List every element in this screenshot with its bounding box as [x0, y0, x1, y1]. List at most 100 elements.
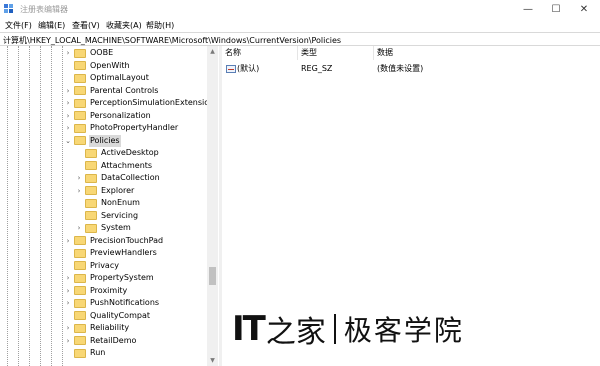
menu-file[interactable]: 文件(F) [5, 20, 32, 31]
expand-arrow-icon[interactable]: › [64, 335, 72, 347]
tree-node[interactable]: ⌄ Policies [64, 134, 121, 147]
tree-node[interactable]: NonEnum [75, 197, 141, 209]
tree-node-label[interactable]: Reliability [89, 322, 130, 334]
tree-node-label[interactable]: System [100, 222, 132, 234]
tree-node[interactable]: › PrecisionTouchPad [64, 235, 164, 247]
tree-node[interactable]: OpenWith [64, 60, 131, 72]
no-expander [75, 197, 83, 209]
expand-arrow-icon[interactable]: › [64, 97, 72, 109]
minimize-button[interactable]: — [514, 0, 542, 18]
folder-icon [74, 311, 86, 320]
menu-help[interactable]: 帮助(H) [146, 20, 174, 31]
expand-arrow-icon[interactable]: › [64, 322, 72, 334]
address-path[interactable]: 计算机\HKEY_LOCAL_MACHINE\SOFTWARE\Microsof… [3, 35, 341, 46]
column-name[interactable]: 名称 [222, 46, 298, 60]
tree-node-label[interactable]: Attachments [100, 160, 153, 172]
tree-node-label[interactable]: Parental Controls [89, 85, 159, 97]
maximize-button[interactable]: ☐ [542, 0, 570, 18]
expand-arrow-icon[interactable]: › [64, 297, 72, 309]
tree-node[interactable]: › RetailDemo [64, 335, 137, 347]
tree-node[interactable]: OptimalLayout [64, 72, 150, 84]
tree-node[interactable]: Run [64, 347, 106, 359]
tree-node-label[interactable]: PhotoPropertyHandler [89, 122, 179, 134]
close-button[interactable]: ✕ [570, 0, 598, 18]
collapse-arrow-icon[interactable]: ⌄ [64, 135, 72, 147]
folder-icon [85, 161, 97, 170]
tree-node-label[interactable]: PrecisionTouchPad [89, 235, 164, 247]
tree-node-label[interactable]: Policies [89, 134, 121, 147]
menu-favorites[interactable]: 收藏夹(A) [106, 20, 142, 31]
tree-node[interactable]: › Explorer [75, 185, 135, 197]
tree-guide-line [40, 46, 41, 366]
watermark-text: 极客学院 [343, 314, 464, 347]
expand-arrow-icon[interactable]: › [64, 285, 72, 297]
key-tree-pane[interactable]: › OOBE OpenWith OptimalLayout › Parental Cont… [0, 46, 219, 366]
tree-node-label[interactable]: OOBE [89, 47, 114, 59]
value-row[interactable]: (默认) REG_SZ (数值未设置) [222, 63, 600, 75]
folder-icon [74, 336, 86, 345]
scroll-thumb[interactable] [209, 267, 216, 285]
tree-node-label[interactable]: RetailDemo [89, 335, 137, 347]
address-bar[interactable]: 计算机\HKEY_LOCAL_MACHINE\SOFTWARE\Microsof… [0, 32, 600, 46]
tree-node[interactable]: › Reliability [64, 322, 130, 334]
tree-node[interactable]: › PushNotifications [64, 297, 160, 309]
tree-node[interactable]: › Personalization [64, 110, 152, 122]
tree-node[interactable]: › System [75, 222, 132, 234]
tree-node-label[interactable]: PropertySystem [89, 272, 155, 284]
tree-node[interactable]: PreviewHandlers [64, 247, 158, 259]
no-expander [64, 60, 72, 72]
tree-node[interactable]: › Parental Controls [64, 85, 159, 97]
tree-node-label[interactable]: OptimalLayout [89, 72, 150, 84]
column-type[interactable]: 类型 [298, 46, 374, 60]
string-value-icon [226, 65, 236, 73]
tree-node-label[interactable]: OpenWith [89, 60, 131, 72]
expand-arrow-icon[interactable]: › [64, 85, 72, 97]
expand-arrow-icon[interactable]: › [64, 110, 72, 122]
tree-node[interactable]: ActiveDesktop [75, 147, 160, 159]
no-expander [64, 347, 72, 359]
expand-arrow-icon[interactable]: › [64, 272, 72, 284]
folder-icon [74, 86, 86, 95]
tree-node-label[interactable]: Run [89, 347, 106, 359]
tree-node[interactable]: › PropertySystem [64, 272, 155, 284]
tree-node[interactable]: › DataCollection [75, 172, 161, 184]
expand-arrow-icon[interactable]: › [64, 47, 72, 59]
expand-arrow-icon[interactable]: › [64, 235, 72, 247]
tree-node-label[interactable]: Proximity [89, 285, 128, 297]
tree-node-label[interactable]: PerceptionSimulationExtensions [89, 97, 219, 109]
tree-node[interactable]: Attachments [75, 160, 153, 172]
expand-arrow-icon[interactable]: › [75, 172, 83, 184]
tree-node[interactable]: QualityCompat [64, 310, 151, 322]
tree-node-label[interactable]: NonEnum [100, 197, 141, 209]
tree-node-label[interactable]: Servicing [100, 210, 139, 222]
tree-node-label[interactable]: Personalization [89, 110, 152, 122]
tree-node-label[interactable]: PreviewHandlers [89, 247, 158, 259]
tree-node[interactable]: Servicing [75, 210, 139, 222]
column-data[interactable]: 数据 [374, 46, 600, 60]
scroll-down-icon[interactable]: ▼ [207, 355, 218, 366]
tree-node-label[interactable]: Privacy [89, 260, 120, 272]
tree-node-label[interactable]: Explorer [100, 185, 135, 197]
tree-node-label[interactable]: PushNotifications [89, 297, 160, 309]
menu-view[interactable]: 查看(V) [72, 20, 100, 31]
tree-node[interactable]: › PhotoPropertyHandler [64, 122, 179, 134]
tree-scrollbar[interactable]: ▲ ▼ [207, 46, 218, 366]
expand-arrow-icon[interactable]: › [75, 222, 83, 234]
tree-node[interactable]: › Proximity [64, 285, 128, 297]
tree-node[interactable]: › OOBE [64, 47, 114, 59]
tree-node[interactable]: Privacy [64, 260, 120, 272]
no-expander [64, 260, 72, 272]
scroll-up-icon[interactable]: ▲ [207, 46, 218, 57]
folder-icon [74, 61, 86, 70]
value-data: (数值未设置) [377, 64, 424, 73]
menu-edit[interactable]: 编辑(E) [38, 20, 65, 31]
tree-node-label[interactable]: DataCollection [100, 172, 161, 184]
tree-node[interactable]: › PerceptionSimulationExtensions [64, 97, 219, 109]
expand-arrow-icon[interactable]: › [75, 185, 83, 197]
tree-node-label[interactable]: QualityCompat [89, 310, 151, 322]
tree-guide-line [62, 46, 63, 366]
expand-arrow-icon[interactable]: › [64, 122, 72, 134]
folder-icon [74, 273, 86, 283]
watermark-it: IT [232, 309, 266, 349]
tree-node-label[interactable]: ActiveDesktop [100, 147, 160, 159]
